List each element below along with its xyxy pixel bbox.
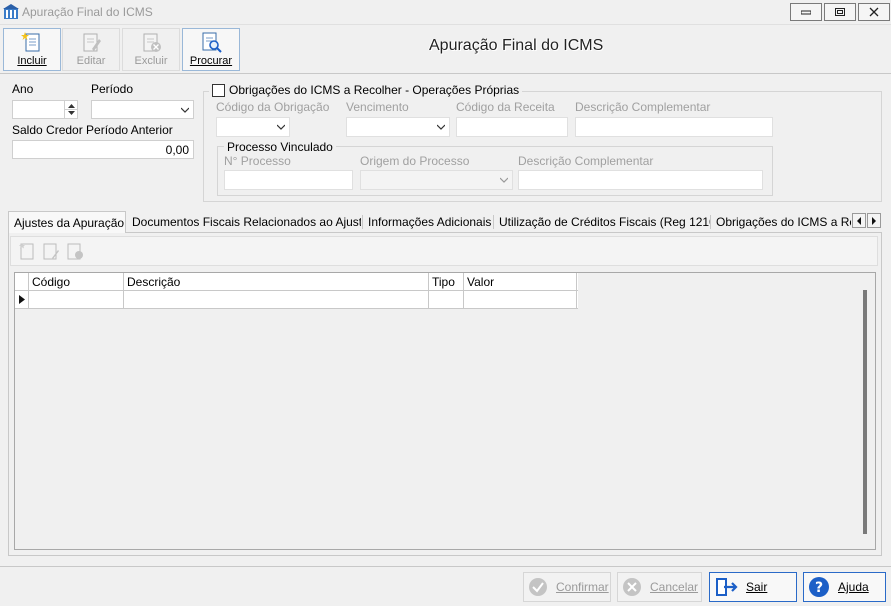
tab-obrigacoes[interactable]: Obrigações do ICMS a Recolher bbox=[711, 211, 851, 233]
grid-toolbar bbox=[10, 236, 878, 266]
obrigacoes-checkbox[interactable] bbox=[212, 83, 225, 97]
delete-document-icon bbox=[143, 33, 161, 52]
cell-valor[interactable] bbox=[464, 291, 577, 308]
ano-spinner[interactable] bbox=[64, 101, 78, 118]
ajuda-button[interactable]: ? Ajuda bbox=[803, 572, 886, 602]
confirmar-button[interactable]: Confirmar bbox=[523, 572, 611, 602]
tab-strip: Ajustes da Apuração Documentos Fiscais R… bbox=[8, 211, 882, 233]
vencimento-label: Vencimento bbox=[346, 100, 409, 114]
grid-corner bbox=[15, 273, 29, 291]
origem-processo-select[interactable] bbox=[360, 170, 513, 190]
new-document-icon bbox=[21, 32, 40, 52]
window-title: Apuração Final do ICMS bbox=[22, 5, 153, 19]
processo-group-label: Processo Vinculado bbox=[224, 140, 336, 154]
tab-scroll-right[interactable] bbox=[867, 213, 881, 228]
grid-edit-button[interactable] bbox=[41, 240, 61, 262]
help-icon: ? bbox=[809, 577, 829, 597]
excluir-button[interactable]: Excluir bbox=[122, 28, 180, 71]
chevron-down-icon bbox=[437, 124, 445, 130]
maximize-icon bbox=[835, 8, 845, 16]
main-toolbar: Incluir Editar Excluir Procurar Apuração… bbox=[0, 25, 891, 74]
col-header-codigo[interactable]: Código bbox=[29, 273, 124, 291]
row-pointer-icon bbox=[18, 295, 25, 304]
descricao-compl2-label: Descrição Complementar bbox=[518, 154, 654, 168]
cell-tipo[interactable] bbox=[429, 291, 464, 308]
exit-door-icon bbox=[716, 578, 738, 596]
num-processo-input[interactable] bbox=[224, 170, 353, 190]
check-circle-icon bbox=[529, 578, 547, 596]
procurar-label: Procurar bbox=[189, 55, 233, 67]
close-button[interactable] bbox=[858, 3, 890, 21]
descricao-compl-label: Descrição Complementar bbox=[575, 100, 711, 114]
grid-delete-button[interactable] bbox=[65, 240, 85, 262]
maximize-button[interactable] bbox=[824, 3, 856, 21]
search-document-icon bbox=[202, 32, 222, 53]
obrigacoes-checkbox-label: Obrigações do ICMS a Recolher - Operaçõe… bbox=[229, 83, 520, 97]
close-icon bbox=[869, 7, 879, 17]
tab-informacoes[interactable]: Informações Adicionais bbox=[363, 211, 493, 233]
delete-document-icon bbox=[67, 243, 83, 260]
tab-utilizacao[interactable]: Utilização de Créditos Fiscais (Reg 1210… bbox=[494, 211, 710, 233]
bottom-bar: Confirmar Cancelar Sair ? Ajuda bbox=[0, 566, 891, 606]
arrow-right-icon bbox=[872, 216, 876, 225]
app-building-icon bbox=[3, 4, 19, 19]
grid-add-button[interactable] bbox=[17, 240, 37, 262]
grid-header: Código Descrição Tipo Valor bbox=[15, 273, 578, 291]
sair-button[interactable]: Sair bbox=[709, 572, 797, 602]
new-document-icon bbox=[19, 243, 34, 260]
arrow-left-icon bbox=[857, 216, 861, 225]
ano-input[interactable] bbox=[12, 100, 78, 119]
tab-ajustes[interactable]: Ajustes da Apuração bbox=[8, 211, 126, 233]
title-bar: Apuração Final do ICMS bbox=[0, 0, 891, 25]
num-processo-label: N° Processo bbox=[224, 154, 291, 168]
cancel-circle-icon bbox=[623, 578, 641, 596]
spinner-arrows-icon bbox=[65, 104, 78, 115]
obrigacoes-checkbox-wrap[interactable]: Obrigações do ICMS a Recolher - Operaçõe… bbox=[209, 83, 523, 97]
svg-text:?: ? bbox=[815, 580, 823, 596]
row-indicator bbox=[15, 291, 29, 308]
col-header-descricao[interactable]: Descrição bbox=[124, 273, 429, 291]
col-header-tipo[interactable]: Tipo bbox=[429, 273, 464, 291]
minimize-button[interactable] bbox=[790, 3, 822, 21]
table-row[interactable] bbox=[15, 291, 578, 309]
cancelar-button[interactable]: Cancelar bbox=[617, 572, 702, 602]
codigo-receita-label: Código da Receita bbox=[456, 100, 555, 114]
codigo-receita-input[interactable] bbox=[456, 117, 568, 137]
descricao-compl2-input[interactable] bbox=[518, 170, 763, 190]
periodo-label: Período bbox=[91, 82, 134, 96]
vencimento-select[interactable] bbox=[346, 117, 450, 137]
chevron-down-icon bbox=[181, 107, 189, 113]
editar-label: Editar bbox=[76, 55, 106, 67]
edit-document-icon bbox=[83, 33, 101, 52]
editar-button[interactable]: Editar bbox=[62, 28, 120, 71]
tab-scroll-left[interactable] bbox=[852, 213, 866, 228]
tab-documentos[interactable]: Documentos Fiscais Relacionados ao Ajust… bbox=[127, 211, 361, 233]
origem-processo-label: Origem do Processo bbox=[360, 154, 470, 168]
minimize-icon bbox=[801, 10, 811, 15]
grid-table: Código Descrição Tipo Valor bbox=[15, 273, 578, 309]
saldo-input[interactable]: 0,00 bbox=[12, 140, 194, 159]
ano-label: Ano bbox=[12, 82, 34, 96]
incluir-button[interactable]: Incluir bbox=[3, 28, 61, 71]
incluir-label: Incluir bbox=[17, 55, 47, 67]
col-header-valor[interactable]: Valor bbox=[464, 273, 577, 291]
ajustes-grid: Código Descrição Tipo Valor bbox=[14, 272, 876, 550]
screen-title: Apuração Final do ICMS bbox=[429, 37, 604, 54]
periodo-select[interactable] bbox=[91, 100, 194, 119]
descricao-compl-input[interactable] bbox=[575, 117, 773, 137]
procurar-button[interactable]: Procurar bbox=[182, 28, 240, 71]
codigo-obrigacao-label: Código da Obrigação bbox=[216, 100, 330, 114]
grid-vertical-scrollbar[interactable] bbox=[863, 290, 867, 534]
chevron-down-icon bbox=[500, 177, 508, 183]
excluir-label: Excluir bbox=[134, 55, 168, 67]
codigo-obrigacao-select[interactable] bbox=[216, 117, 290, 137]
chevron-down-icon bbox=[277, 124, 285, 130]
cell-descricao[interactable] bbox=[124, 291, 429, 308]
edit-document-icon bbox=[43, 243, 59, 260]
saldo-label: Saldo Credor Período Anterior bbox=[12, 123, 173, 137]
saldo-value: 0,00 bbox=[165, 143, 189, 157]
cell-codigo[interactable] bbox=[29, 291, 124, 308]
